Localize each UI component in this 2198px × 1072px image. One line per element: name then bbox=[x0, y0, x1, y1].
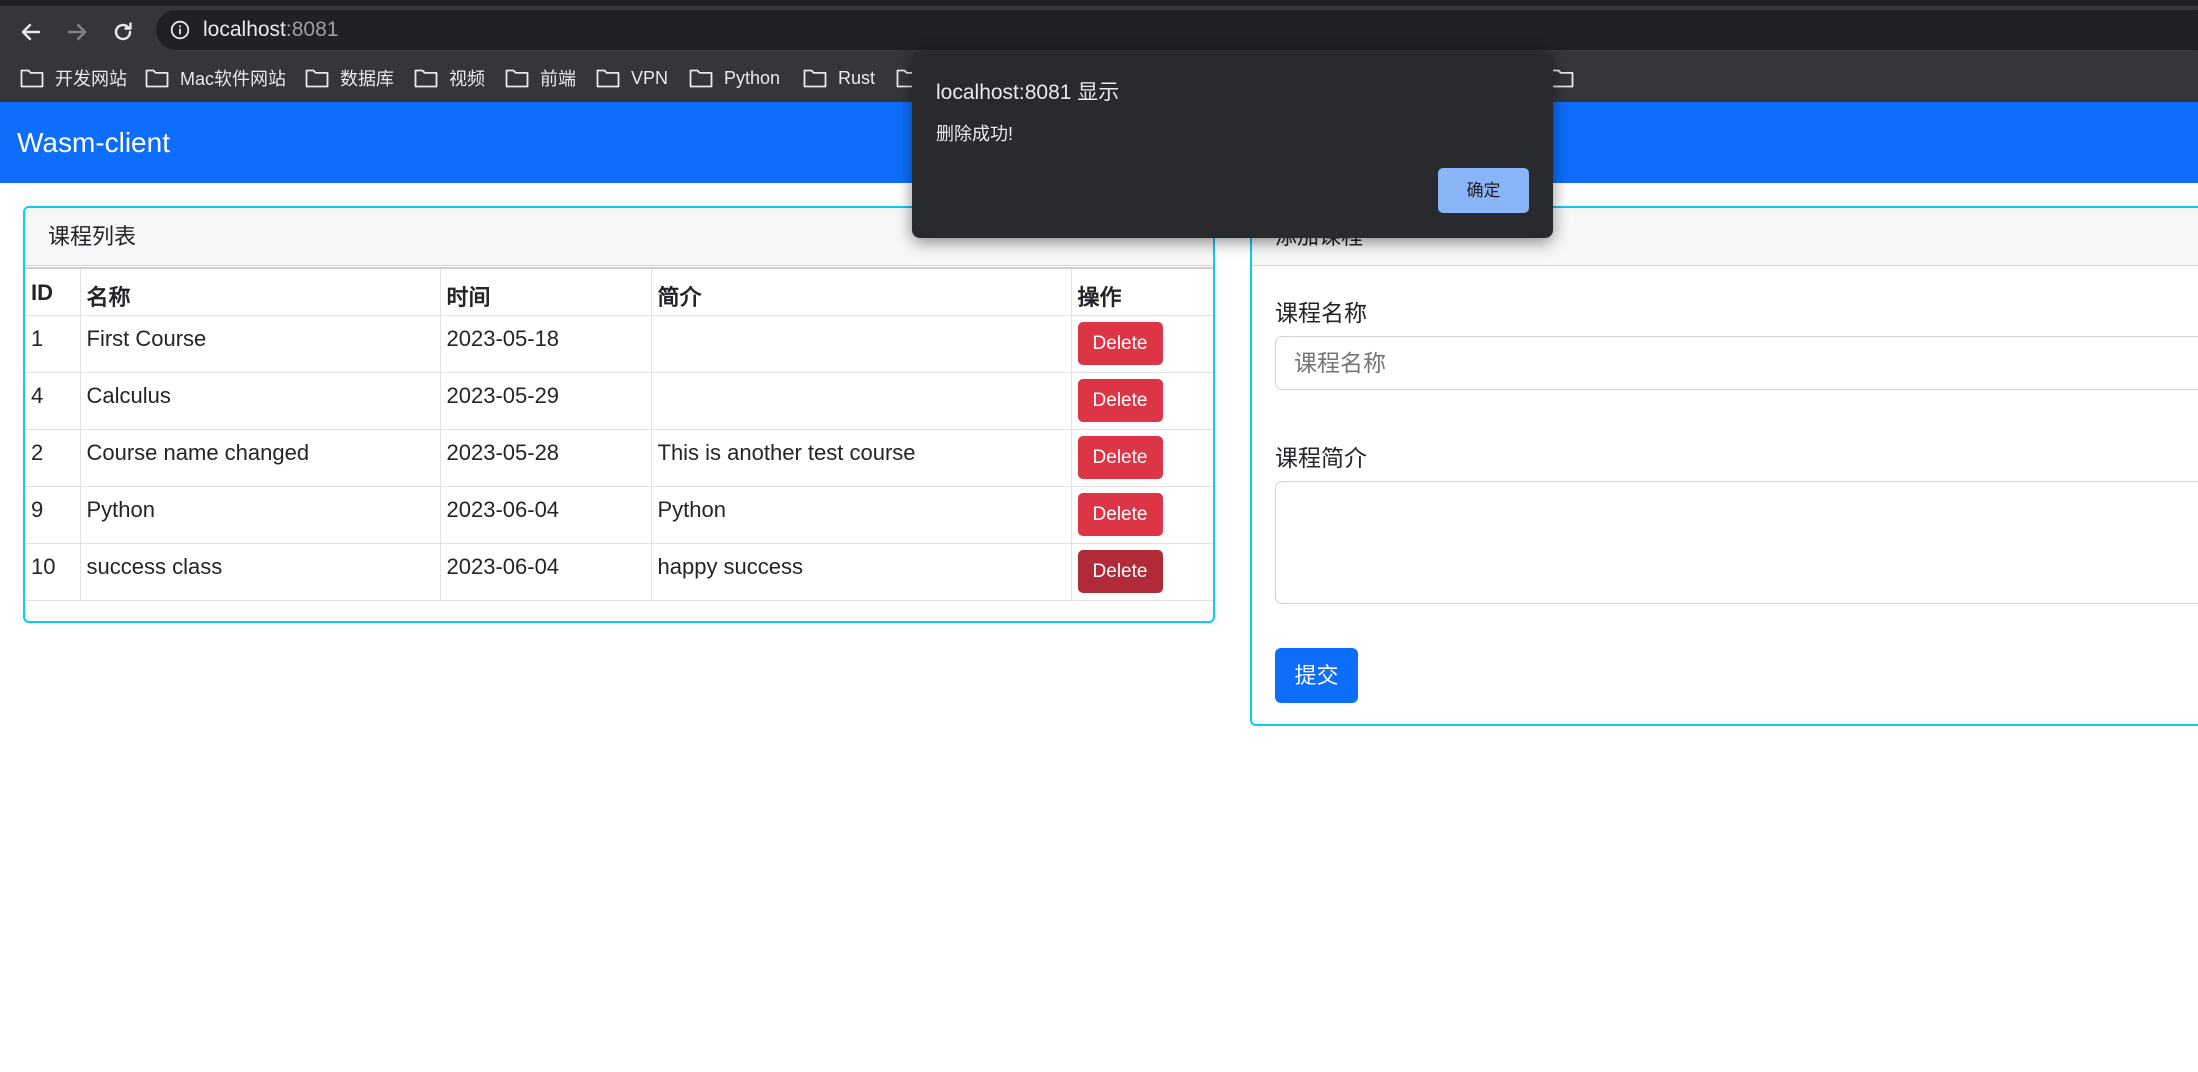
course-desc-label: 课程简介 bbox=[1275, 445, 1367, 471]
bookmark-folder[interactable]: Python bbox=[689, 58, 780, 98]
cell-desc: This is another test course bbox=[650, 428, 1072, 487]
bookmark-label: 开发网站 bbox=[55, 69, 127, 89]
course-table: ID 名称 时间 简介 操作 1 First Course 2023-05-18… bbox=[25, 267, 1213, 601]
bookmark-folder[interactable]: 视频 bbox=[414, 58, 485, 98]
column-header-desc: 简介 bbox=[650, 267, 1072, 316]
cell-time: 2023-06-04 bbox=[439, 542, 652, 601]
cell-time: 2023-05-18 bbox=[439, 314, 652, 373]
bookmark-label: Python bbox=[724, 67, 781, 88]
arrow-left-icon bbox=[21, 23, 41, 41]
reload-icon bbox=[114, 22, 132, 41]
cell-action: Delete bbox=[1070, 428, 1213, 487]
cell-action: Delete bbox=[1070, 542, 1213, 601]
cell-time: 2023-06-04 bbox=[439, 485, 652, 544]
cell-id: 1 bbox=[25, 314, 81, 373]
table-header-row: ID 名称 时间 简介 操作 bbox=[25, 267, 1213, 316]
folder-icon bbox=[596, 69, 620, 88]
cell-name: success class bbox=[79, 542, 441, 601]
cell-time: 2023-05-29 bbox=[439, 371, 652, 430]
cell-action: Delete bbox=[1070, 371, 1213, 430]
bookmark-folder[interactable]: Rust bbox=[803, 58, 875, 98]
bookmark-label: 前端 bbox=[540, 69, 576, 89]
bookmark-label: VPN bbox=[631, 67, 669, 88]
cell-id: 10 bbox=[25, 542, 81, 601]
column-header-time: 时间 bbox=[439, 267, 652, 316]
table-row: 10 success class 2023-06-04 happy succes… bbox=[25, 542, 1213, 601]
delete-button[interactable]: Delete bbox=[1077, 378, 1163, 422]
forward-button[interactable] bbox=[57, 12, 97, 52]
course-name-label: 课程名称 bbox=[1275, 300, 1367, 326]
bookmark-folder[interactable]: 开发网站 bbox=[20, 58, 127, 98]
url-text: localhost:8081 bbox=[203, 18, 338, 42]
folder-icon bbox=[505, 69, 529, 88]
cell-desc: Python bbox=[650, 485, 1072, 544]
bookmark-folder[interactable]: Mac软件网站 bbox=[145, 58, 286, 98]
cell-id: 2 bbox=[25, 428, 81, 487]
dialog-message: 删除成功! bbox=[936, 124, 1014, 144]
cell-name: First Course bbox=[79, 314, 441, 373]
cell-desc bbox=[650, 371, 1072, 430]
course-name-input[interactable] bbox=[1275, 336, 2198, 390]
folder-icon bbox=[145, 69, 169, 88]
cell-action: Delete bbox=[1070, 314, 1213, 373]
cell-desc bbox=[650, 314, 1072, 373]
tab-strip bbox=[0, 0, 2198, 6]
address-bar[interactable]: localhost:8081 bbox=[156, 10, 2198, 50]
cell-desc: happy success bbox=[650, 542, 1072, 601]
bookmark-folder[interactable] bbox=[1550, 58, 1585, 98]
url-host: localhost bbox=[203, 18, 286, 41]
table-row: 1 First Course 2023-05-18 Delete bbox=[25, 314, 1213, 373]
cell-id: 4 bbox=[25, 371, 81, 430]
cell-name: Course name changed bbox=[79, 428, 441, 487]
folder-icon bbox=[414, 69, 438, 88]
delete-button[interactable]: Delete bbox=[1077, 492, 1163, 536]
info-icon[interactable] bbox=[170, 20, 190, 40]
submit-button[interactable]: 提交 bbox=[1275, 648, 1358, 703]
dialog-title: localhost:8081 显示 bbox=[936, 81, 1120, 104]
table-row: 2 Course name changed 2023-05-28 This is… bbox=[25, 428, 1213, 487]
cell-time: 2023-05-28 bbox=[439, 428, 652, 487]
course-list-card: 课程列表 ID 名称 时间 简介 操作 1 First Course 2023-… bbox=[23, 206, 1215, 623]
delete-button[interactable]: Delete bbox=[1077, 321, 1163, 365]
column-header-action: 操作 bbox=[1070, 267, 1213, 316]
folder-icon bbox=[305, 69, 329, 88]
add-course-card: 添加课程 课程名称 课程简介 提交 bbox=[1250, 206, 2198, 726]
bookmark-label: Mac软件网站 bbox=[180, 69, 287, 89]
bookmark-label: Rust bbox=[838, 67, 876, 88]
cell-name: Calculus bbox=[79, 371, 441, 430]
url-port: :8081 bbox=[285, 18, 339, 41]
bookmark-folder[interactable]: VPN bbox=[596, 58, 668, 98]
bookmark-folder[interactable]: 数据库 bbox=[305, 58, 394, 98]
reload-button[interactable] bbox=[103, 12, 143, 52]
folder-icon bbox=[1550, 69, 1574, 88]
bookmark-folder[interactable]: 前端 bbox=[505, 58, 576, 98]
alert-dialog: localhost:8081 显示 删除成功! 确定 bbox=[912, 51, 1553, 238]
bookmark-label: 视频 bbox=[449, 69, 485, 89]
cell-name: Python bbox=[79, 485, 441, 544]
course-desc-textarea[interactable] bbox=[1275, 481, 2198, 604]
navbar-brand[interactable]: Wasm-client bbox=[17, 126, 170, 160]
delete-button[interactable]: Delete bbox=[1077, 435, 1163, 479]
delete-button[interactable]: Delete bbox=[1077, 549, 1163, 593]
folder-icon bbox=[689, 69, 713, 88]
column-header-id: ID bbox=[25, 267, 81, 316]
cell-action: Delete bbox=[1070, 485, 1213, 544]
table-row: 4 Calculus 2023-05-29 Delete bbox=[25, 371, 1213, 430]
arrow-right-icon bbox=[67, 23, 87, 41]
back-button[interactable] bbox=[11, 12, 51, 52]
bookmark-label: 数据库 bbox=[340, 69, 394, 89]
folder-icon bbox=[20, 69, 44, 88]
cell-id: 9 bbox=[25, 485, 81, 544]
folder-icon bbox=[803, 69, 827, 88]
ok-button[interactable]: 确定 bbox=[1438, 168, 1529, 213]
table-row: 9 Python 2023-06-04 Python Delete bbox=[25, 485, 1213, 544]
column-header-name: 名称 bbox=[79, 267, 441, 316]
